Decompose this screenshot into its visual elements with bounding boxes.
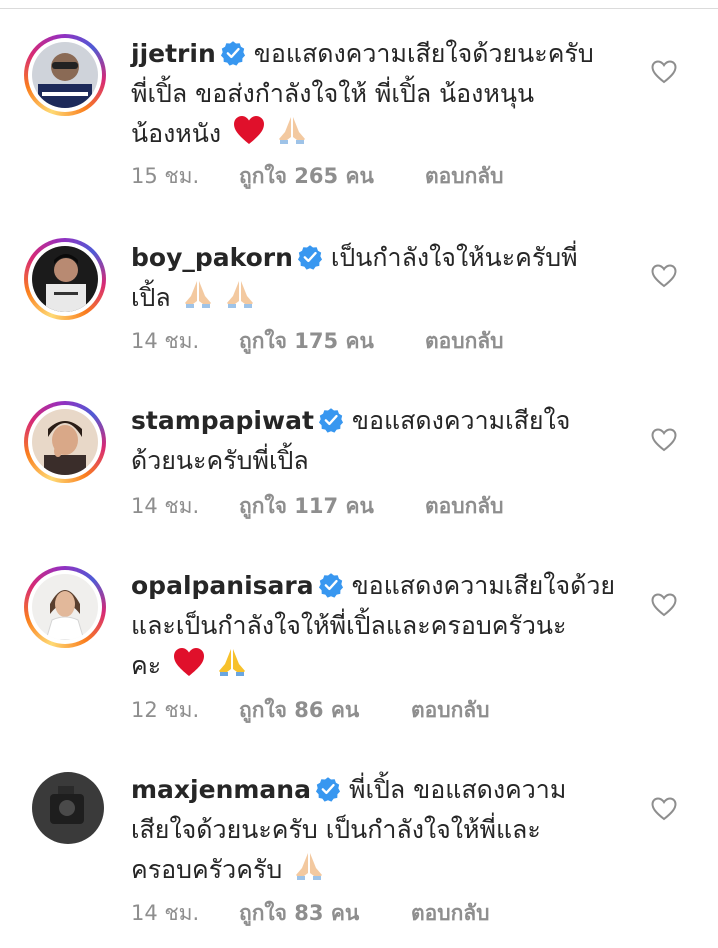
username[interactable]: stampapiwat [131, 406, 314, 435]
comment-body: opalpanisara ขอแสดงความเสียใจด้วย และเป็น… [131, 566, 631, 686]
folded-hands-emoji [184, 281, 211, 308]
avatar[interactable] [24, 401, 106, 483]
comment-text: ขอแสดงความเสียใจด้วย [351, 571, 616, 600]
comment-text: เป็นกำลังใจให้นะครับพี่ [330, 243, 578, 272]
avatar[interactable] [24, 238, 106, 320]
comment-meta: 14 ชม. ถูกใจ 83 คน ตอบกลับ [131, 897, 490, 930]
verified-badge-icon [297, 245, 322, 270]
comment-text: ครอบครัวครับ [131, 855, 283, 884]
like-count[interactable]: ถูกใจ 83 คน [239, 897, 411, 930]
reply-button[interactable]: ตอบกลับ [425, 160, 504, 193]
like-count[interactable]: ถูกใจ 265 คน [239, 160, 425, 193]
comment-text: คะ [131, 651, 162, 680]
folded-hands-emoji [296, 853, 323, 880]
heart-outline-icon[interactable] [651, 264, 677, 288]
comment-meta: 15 ชม. ถูกใจ 265 คน ตอบกลับ [131, 160, 504, 193]
comment-body: maxjenmana พี่เปิ้ล ขอแสดงความ เสียใจด้วย… [131, 770, 631, 890]
avatar[interactable] [24, 566, 106, 648]
heart-outline-icon[interactable] [651, 593, 677, 617]
timestamp: 14 ชม. [131, 901, 200, 925]
folded-hands-emoji [279, 117, 305, 144]
reply-button[interactable]: ตอบกลับ [411, 694, 490, 727]
username[interactable]: boy_pakorn [131, 243, 293, 272]
comment-text: ขอแสดงความเสียใจ [351, 406, 571, 435]
comment-text: ขอแสดงความเสียใจด้วยนะครับ [253, 39, 594, 68]
comment-text: เสียใจด้วยนะครับ เป็นกำลังใจให้พี่และ [131, 815, 541, 844]
reply-button[interactable]: ตอบกลับ [411, 897, 490, 930]
folded-hands-emoji [226, 281, 253, 308]
folded-hands-emoji [219, 649, 246, 676]
comment-meta: 14 ชม. ถูกใจ 175 คน ตอบกลับ [131, 325, 504, 358]
like-count[interactable]: ถูกใจ 175 คน [239, 325, 425, 358]
username[interactable]: jjetrin [131, 39, 216, 68]
username[interactable]: opalpanisara [131, 571, 314, 600]
heart-outline-icon[interactable] [651, 60, 677, 84]
verified-badge-icon [318, 408, 343, 433]
comment-text: ด้วยนะครับพี่เปิ้ล [131, 446, 309, 475]
reply-button[interactable]: ตอบกลับ [425, 325, 504, 358]
avatar[interactable] [24, 34, 106, 116]
timestamp: 14 ชม. [131, 329, 200, 353]
timestamp: 14 ชม. [131, 494, 200, 518]
red-heart-emoji [174, 648, 205, 676]
heart-outline-icon[interactable] [651, 428, 677, 452]
verified-badge-icon [318, 573, 343, 598]
comment-meta: 14 ชม. ถูกใจ 117 คน ตอบกลับ [131, 490, 504, 523]
timestamp: 12 ชม. [131, 698, 200, 722]
comment-body: jjetrin ขอแสดงความเสียใจด้วยนะครับ พี่เปิ… [131, 34, 631, 154]
top-divider [0, 8, 718, 9]
comment-text: พี่เปิ้ล ขอส่งกำลังใจให้ พี่เปิ้ล น้องหน… [131, 79, 535, 108]
comment-body: boy_pakorn เป็นกำลังใจให้นะครับพี่ เปิ้ล [131, 238, 631, 318]
comment-meta: 12 ชม. ถูกใจ 86 คน ตอบกลับ [131, 694, 490, 727]
heart-outline-icon[interactable] [651, 797, 677, 821]
avatar[interactable] [32, 772, 104, 844]
like-count[interactable]: ถูกใจ 86 คน [239, 694, 411, 727]
comment-body: stampapiwat ขอแสดงความเสียใจ ด้วยนะครับพี… [131, 401, 631, 481]
verified-badge-icon [315, 777, 340, 802]
red-heart-emoji [234, 116, 265, 144]
verified-badge-icon [220, 41, 245, 66]
timestamp: 15 ชม. [131, 164, 200, 188]
comment-text: และเป็นกำลังใจให้พี่เปิ้ลและครอบครัวนะ [131, 611, 567, 640]
comment-text: พี่เปิ้ล ขอแสดงความ [348, 775, 567, 804]
comment-text: เปิ้ล [131, 283, 171, 312]
comment-text: น้องหนัง [131, 119, 222, 148]
username[interactable]: maxjenmana [131, 775, 311, 804]
reply-button[interactable]: ตอบกลับ [425, 490, 504, 523]
like-count[interactable]: ถูกใจ 117 คน [239, 490, 425, 523]
